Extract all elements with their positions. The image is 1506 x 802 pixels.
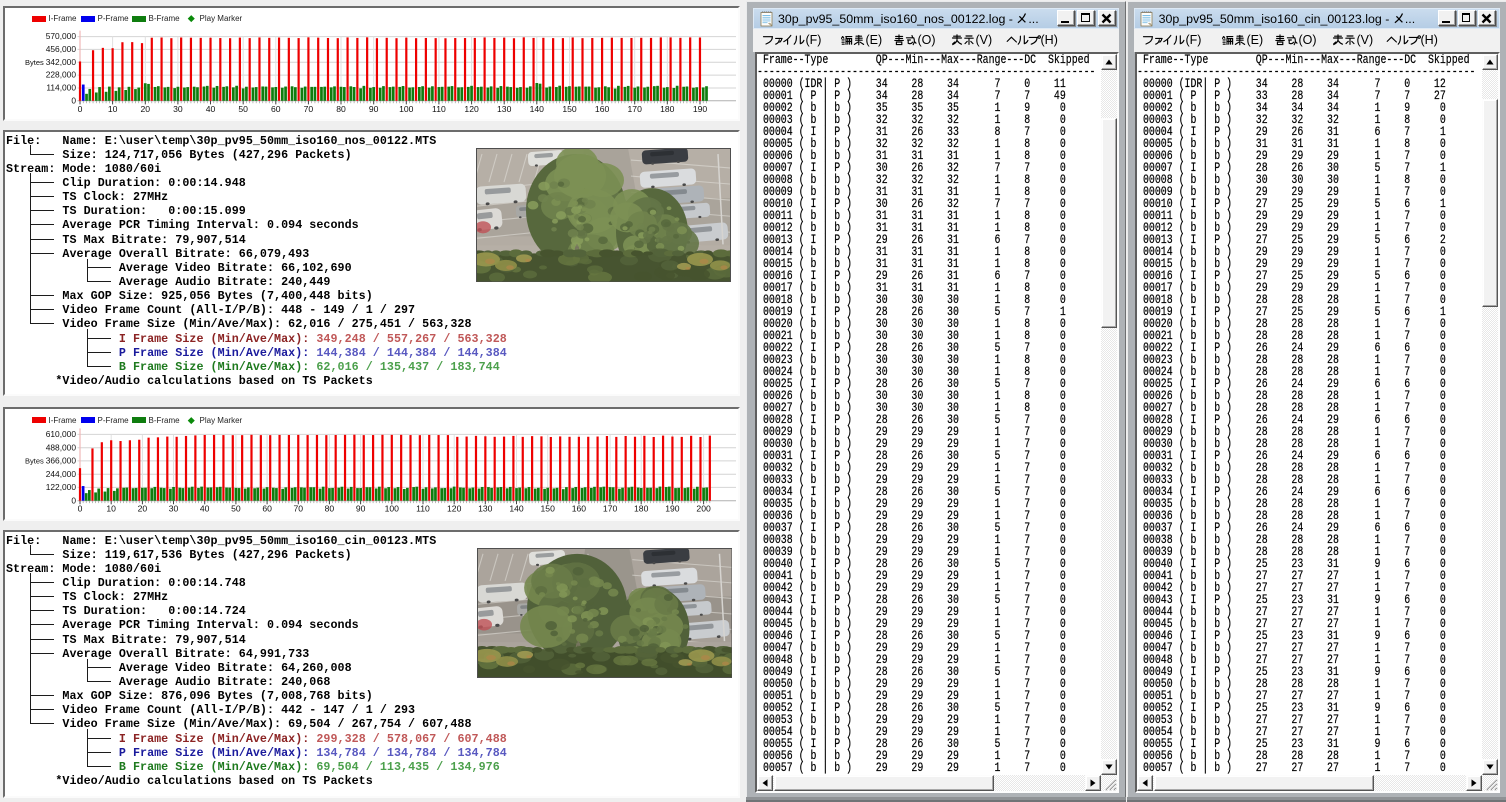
svg-text:10: 10 [106, 504, 116, 514]
svg-text:110: 110 [416, 504, 430, 514]
svg-text:50: 50 [231, 504, 241, 514]
svg-text:(V): (V) [1356, 33, 1373, 47]
svg-text:130: 130 [478, 504, 493, 514]
svg-text:50: 50 [238, 103, 248, 113]
svg-text:60: 60 [271, 103, 281, 113]
svg-text:150: 150 [541, 504, 556, 514]
svg-text:40: 40 [200, 504, 210, 514]
svg-text:610,000: 610,000 [46, 429, 77, 439]
svg-text:140: 140 [509, 504, 524, 514]
svg-text:(E): (E) [865, 33, 882, 47]
svg-text:140: 140 [530, 103, 545, 113]
svg-text:90: 90 [356, 504, 366, 514]
svg-text:(O): (O) [918, 33, 936, 47]
svg-text:120: 120 [464, 103, 479, 113]
svg-text:100: 100 [385, 504, 400, 514]
svg-text:170: 170 [603, 504, 618, 514]
svg-text:Bytes: Bytes [25, 57, 44, 66]
svg-text:80: 80 [336, 103, 346, 113]
svg-text:170: 170 [628, 103, 643, 113]
svg-text:190: 190 [693, 103, 708, 113]
svg-text:80: 80 [325, 504, 335, 514]
svg-text:0: 0 [71, 495, 76, 505]
svg-text:150: 150 [562, 103, 577, 113]
svg-text:(V): (V) [975, 33, 992, 47]
svg-text:122,000: 122,000 [46, 482, 77, 492]
svg-text:100: 100 [399, 103, 414, 113]
svg-text:456,000: 456,000 [46, 44, 77, 54]
svg-text:120: 120 [447, 504, 462, 514]
svg-text:228,000: 228,000 [46, 69, 77, 79]
svg-text:30: 30 [173, 103, 183, 113]
svg-text:180: 180 [660, 103, 675, 113]
svg-text:20: 20 [141, 103, 151, 113]
svg-text:70: 70 [294, 504, 304, 514]
svg-text:70: 70 [304, 103, 314, 113]
svg-text:110: 110 [432, 103, 446, 113]
svg-text:(O): (O) [1298, 33, 1316, 47]
svg-text:0: 0 [78, 504, 83, 514]
svg-text:30: 30 [169, 504, 179, 514]
svg-text:(F): (F) [805, 33, 821, 47]
svg-text:90: 90 [369, 103, 379, 113]
svg-text:20: 20 [138, 504, 148, 514]
svg-text:60: 60 [262, 504, 272, 514]
svg-text:40: 40 [206, 103, 216, 113]
svg-text:570,000: 570,000 [46, 31, 77, 41]
svg-text:244,000: 244,000 [46, 469, 77, 479]
svg-text:(F): (F) [1186, 33, 1202, 47]
svg-text:160: 160 [572, 504, 587, 514]
svg-text:200: 200 [696, 504, 711, 514]
svg-text:488,000: 488,000 [46, 442, 77, 452]
svg-text:180: 180 [634, 504, 649, 514]
svg-text:130: 130 [497, 103, 512, 113]
svg-text:(H): (H) [1421, 33, 1438, 47]
svg-text:114,000: 114,000 [46, 82, 76, 92]
svg-text:(E): (E) [1246, 33, 1263, 47]
svg-text:342,000: 342,000 [46, 56, 77, 66]
svg-text:(H): (H) [1040, 33, 1057, 47]
svg-text:160: 160 [595, 103, 610, 113]
svg-text:0: 0 [78, 103, 83, 113]
svg-text:0: 0 [71, 95, 76, 105]
svg-text:Bytes: Bytes [25, 457, 44, 466]
svg-text:190: 190 [665, 504, 680, 514]
svg-text:366,000: 366,000 [46, 456, 77, 466]
svg-text:10: 10 [108, 103, 118, 113]
